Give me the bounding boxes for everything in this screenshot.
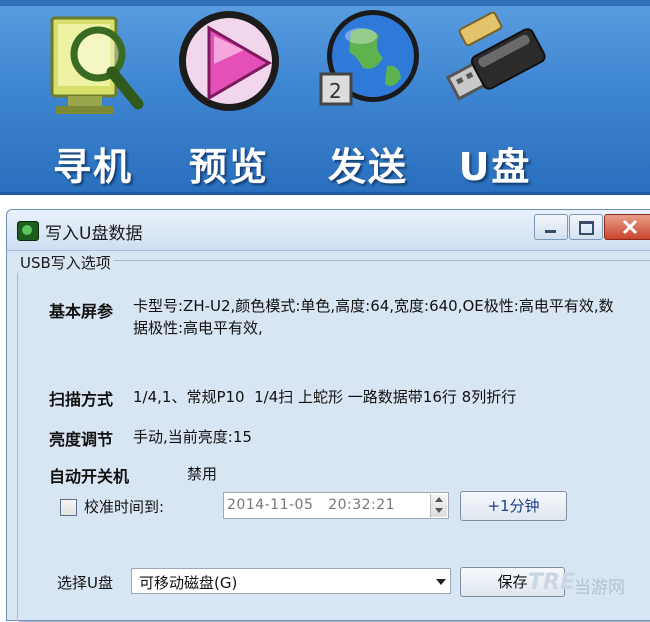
datetime-picker[interactable]: 2014-11-05 20:32:21 [223, 492, 449, 519]
add-one-minute-button[interactable]: +1分钟 [460, 491, 567, 521]
minimize-button[interactable] [534, 214, 568, 240]
send-button[interactable]: 2 发送 [303, 6, 433, 189]
scan-mode-label: 扫描方式 [49, 390, 114, 409]
close-icon [622, 219, 638, 235]
globe-send-icon: 2 [319, 10, 419, 106]
watermark-logo: TRE [528, 570, 575, 595]
brightness-value: 手动,当前亮度:15 [133, 428, 252, 446]
usb-disk-label: U盘 [458, 145, 532, 189]
search-machine-button[interactable]: 寻机 [28, 6, 158, 189]
brightness-label: 亮度调节 [49, 430, 114, 449]
udisk-select[interactable]: 可移动磁盘(G) [131, 568, 451, 594]
basic-params-value: 卡型号:ZH-U2,颜色模式:单色,高度:64,宽度:640,OE极性:高电平有… [133, 297, 614, 337]
basic-params-label: 基本屏参 [49, 302, 114, 321]
watermark-text: 当游网 [574, 578, 625, 598]
watermark: TRE 当游网 [528, 570, 648, 600]
datetime-value: 2014-11-05 20:32:21 [227, 497, 396, 513]
maximize-button[interactable] [569, 214, 603, 240]
search-machine-label: 寻机 [52, 145, 133, 189]
usb-options-group-title: USB写入选项 [17, 252, 114, 273]
usb-disk-button[interactable]: U盘 [430, 6, 560, 189]
svg-text:2: 2 [329, 79, 342, 103]
main-toolbar: 寻机 预览 2 发送 U盘 [0, 0, 650, 195]
close-button[interactable] [604, 214, 650, 240]
sync-time-label: 校准时间到: [84, 498, 165, 516]
preview-button[interactable]: 预览 [164, 6, 294, 189]
sync-time-checkbox[interactable] [60, 499, 77, 516]
chevron-down-icon[interactable] [431, 570, 449, 592]
auto-power-value: 禁用 [187, 465, 218, 483]
auto-power-label: 自动开关机 [49, 467, 130, 486]
udisk-select-value: 可移动磁盘(G) [139, 574, 238, 592]
send-label: 发送 [327, 145, 408, 189]
write-usb-dialog: 写入U盘数据 USB写入选项 基本屏参 卡型号:ZH-U2,颜色模式:单色,高度… [6, 209, 650, 622]
dialog-title: 写入U盘数据 [45, 224, 143, 244]
datetime-spinner[interactable] [430, 494, 447, 517]
app-icon [17, 221, 39, 241]
play-icon [179, 11, 279, 111]
select-udisk-label: 选择U盘 [57, 574, 113, 592]
scan-mode-value: 1/4,1、常规P10 1/4扫 上蛇形 一路数据带16行 8列折行 [133, 388, 517, 406]
dialog-titlebar[interactable]: 写入U盘数据 [7, 210, 650, 251]
usb-drive-icon [445, 11, 546, 101]
preview-label: 预览 [188, 145, 269, 189]
magnifier-monitor-icon [50, 16, 144, 114]
